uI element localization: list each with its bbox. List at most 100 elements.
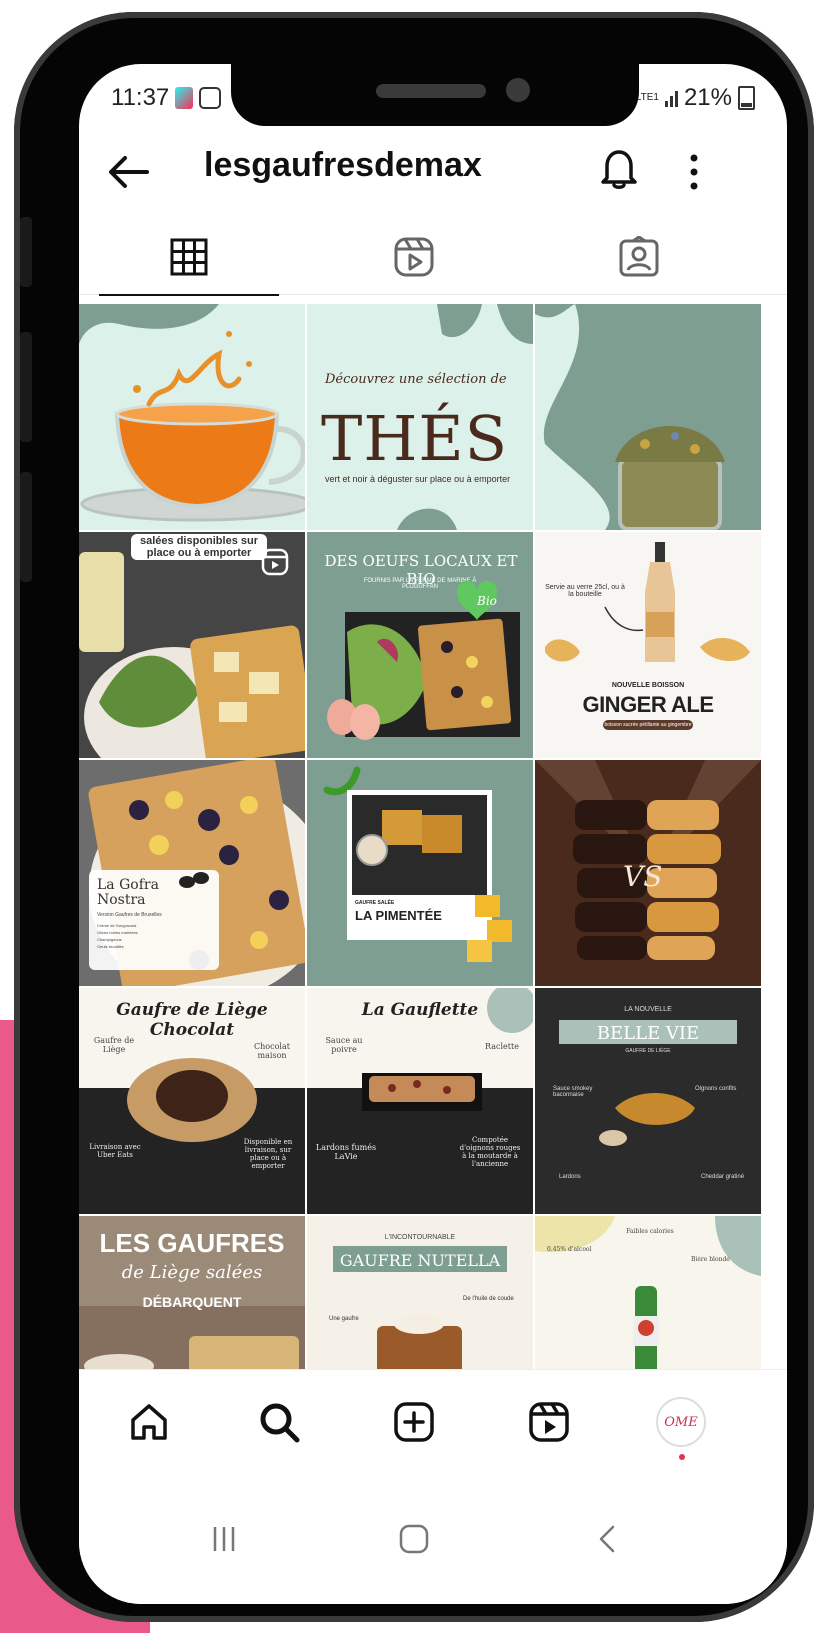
app-screen: 11:37 LTE1 21% lesgaufresdemax Découvrez… xyxy=(79,64,787,1604)
search-icon xyxy=(260,1403,300,1443)
tea-jar-image xyxy=(535,304,761,530)
post-tile-versus[interactable]: VS xyxy=(535,760,761,986)
camera-notch xyxy=(231,64,639,126)
reel-banner-text: salées disponibles sur place ou à emport… xyxy=(131,534,267,560)
system-navigation-bar xyxy=(79,1469,787,1604)
gofra-subtitle: Version Gaufres de Bruxelles xyxy=(97,912,162,918)
home-button[interactable] xyxy=(384,1509,444,1569)
nutella-label-huile: De l'huile de coude xyxy=(463,1296,514,1302)
egg-waffle-photo xyxy=(327,580,520,740)
nav-search[interactable] xyxy=(249,1392,309,1452)
profile-avatar: OME xyxy=(656,1397,706,1447)
bio-badge-label: Bio xyxy=(477,594,497,608)
gauflette-label-compotee: Compotée d'oignons rouges à la moutarde … xyxy=(459,1136,521,1168)
belle-vie-label-oignons: Oignons confits xyxy=(695,1086,737,1092)
nutella-small-label: L'INCONTOURNABLE xyxy=(384,1234,456,1241)
post-tile-la-gauflette[interactable]: La Gauflette Sauce au poivre Raclette La… xyxy=(307,988,533,1214)
gaufres-salees-script: de Liège salées xyxy=(121,1262,263,1283)
reels-icon xyxy=(394,237,434,277)
belle-vie-title: BELLE VIE xyxy=(596,1023,700,1044)
notifications-bell-icon[interactable] xyxy=(599,146,639,190)
post-tile-waffle-reel[interactable]: salées disponibles sur place ou à emport… xyxy=(79,532,305,758)
profile-tabs xyxy=(79,214,787,296)
post-tile-tea-cup[interactable] xyxy=(79,304,305,530)
status-time: 11:37 xyxy=(111,84,170,111)
ginger-serving-note: Servie au verre 25cl, ou à la bouteille xyxy=(545,584,625,598)
speaker-grille xyxy=(376,84,486,98)
profile-username: lesgaufresdemax xyxy=(204,146,482,184)
gofra-ingredient: Olives noires marinées xyxy=(97,930,138,935)
gofra-ingredient: Oeufs brouillés xyxy=(97,944,124,949)
system-back-button[interactable] xyxy=(577,1509,637,1569)
profile-notification-dot xyxy=(679,1454,685,1460)
post-tile-thes[interactable]: Découvrez une sélection de THÉS vert et … xyxy=(307,304,533,530)
home-icon xyxy=(131,1404,167,1440)
status-bar-left: 11:37 xyxy=(111,80,222,116)
status-bar-right: LTE1 21% xyxy=(636,80,755,116)
post-tile-liege-chocolat[interactable]: Gaufre de Liège Chocolat Gaufre de Liège… xyxy=(79,988,305,1214)
gofra-nostra-photo xyxy=(79,760,305,986)
back-arrow-icon[interactable] xyxy=(107,152,151,192)
belle-vie-photo xyxy=(535,988,761,1214)
battery-icon xyxy=(738,86,755,110)
post-tile-tea-jar[interactable] xyxy=(535,304,761,530)
nav-reels[interactable] xyxy=(519,1392,579,1452)
ginger-subtitle: boisson sucrée pétillante au gingembre xyxy=(603,720,693,730)
liege-chocolat-title: Gaufre de Liège Chocolat xyxy=(116,1000,268,1040)
tab-tagged[interactable] xyxy=(609,232,669,282)
ginger-small-label: NOUVELLE BOISSON xyxy=(611,682,685,689)
gofra-title: La Gofra Nostra xyxy=(97,877,159,908)
nutella-label-gaufre: Une gaufre xyxy=(329,1316,359,1322)
gauflette-label-sauce: Sauce au poivre xyxy=(325,1036,363,1054)
gofra-ingredient: Champignons xyxy=(97,937,122,942)
tagged-icon xyxy=(619,236,659,277)
tab-posts-grid[interactable] xyxy=(99,232,279,296)
pimentee-photo xyxy=(323,766,512,962)
reels-icon xyxy=(529,1402,569,1442)
biere-label-alcool: 0.45% d'alcool xyxy=(547,1246,592,1253)
pimentee-title: LA PIMENTÉE xyxy=(355,908,442,923)
belle-vie-subtitle: GAUFRE DE LIÈGE xyxy=(625,1048,671,1054)
gauflette-photo xyxy=(307,988,533,1214)
signal-icon xyxy=(664,89,678,107)
liege-label-livraison: Livraison avec Uber Eats xyxy=(89,1143,141,1159)
biere-label-calories: Faibles calories xyxy=(626,1228,674,1235)
more-options-icon[interactable] xyxy=(684,152,704,192)
tea-cup-image xyxy=(79,304,305,522)
gauflette-title: La Gauflette xyxy=(361,1000,479,1020)
gofra-ingredient: Crème de Gorgonzola xyxy=(97,923,137,928)
liege-label-chocolat: Chocolat maison xyxy=(254,1042,290,1060)
liege-label-gaufre: Gaufre de Liège xyxy=(93,1036,135,1054)
biere-label-blonde: Bière blonde xyxy=(691,1256,730,1263)
post-tile-ginger-ale[interactable]: Servie au verre 25cl, ou à la bouteille … xyxy=(535,532,761,758)
nav-home[interactable] xyxy=(119,1392,179,1452)
post-tile-gofra-nostra[interactable]: La Gofra Nostra Version Gaufres de Bruxe… xyxy=(79,760,305,986)
post-tile-oeufs-bio[interactable]: DES OEUFS LOCAUX ET BIO FOURNIS PAR LA F… xyxy=(307,532,533,758)
tiktok-notification-icon xyxy=(175,87,194,109)
battery-percent: 21% xyxy=(683,84,732,111)
instagram-notification-icon xyxy=(199,87,222,109)
recents-button[interactable] xyxy=(194,1509,254,1569)
versus-label: VS xyxy=(623,860,663,893)
gaufres-salees-title: LES GAUFRES xyxy=(99,1228,285,1258)
thes-subtitle: vert et noir à déguster sur place ou à e… xyxy=(325,474,511,484)
nutella-title: GAUFRE NUTELLA xyxy=(339,1251,501,1270)
home-button-icon xyxy=(399,1524,429,1554)
gauflette-label-raclette: Raclette xyxy=(485,1042,519,1051)
gofra-ingredients: Crème de Gorgonzola Olives noires mariné… xyxy=(97,922,138,950)
nav-profile[interactable]: OME xyxy=(651,1392,711,1460)
post-tile-belle-vie[interactable]: LA NOUVELLE BELLE VIE GAUFRE DE LIÈGE Sa… xyxy=(535,988,761,1214)
front-camera xyxy=(506,78,530,102)
posts-grid: Découvrez une sélection de THÉS vert et … xyxy=(79,304,787,1442)
volume-down-button xyxy=(20,332,32,442)
volume-up-button xyxy=(20,217,32,287)
tab-reels[interactable] xyxy=(384,232,444,282)
nav-create[interactable] xyxy=(384,1392,444,1452)
phone-frame: 11:37 LTE1 21% lesgaufresdemax Découvrez… xyxy=(14,12,814,1622)
liege-label-disponible: Disponible en livraison, sur place ou à … xyxy=(243,1138,293,1170)
post-tile-la-pimentee[interactable]: GAUFRE SALÉE LA PIMENTÉE xyxy=(307,760,533,986)
bottom-navigation: OME xyxy=(79,1369,787,1470)
gaufres-salees-subtitle: DÉBARQUENT xyxy=(142,1294,242,1310)
ginger-title: GINGER ALE xyxy=(582,692,714,717)
belle-vie-label-sauce: Sauce smokey baconnaise xyxy=(553,1086,593,1098)
